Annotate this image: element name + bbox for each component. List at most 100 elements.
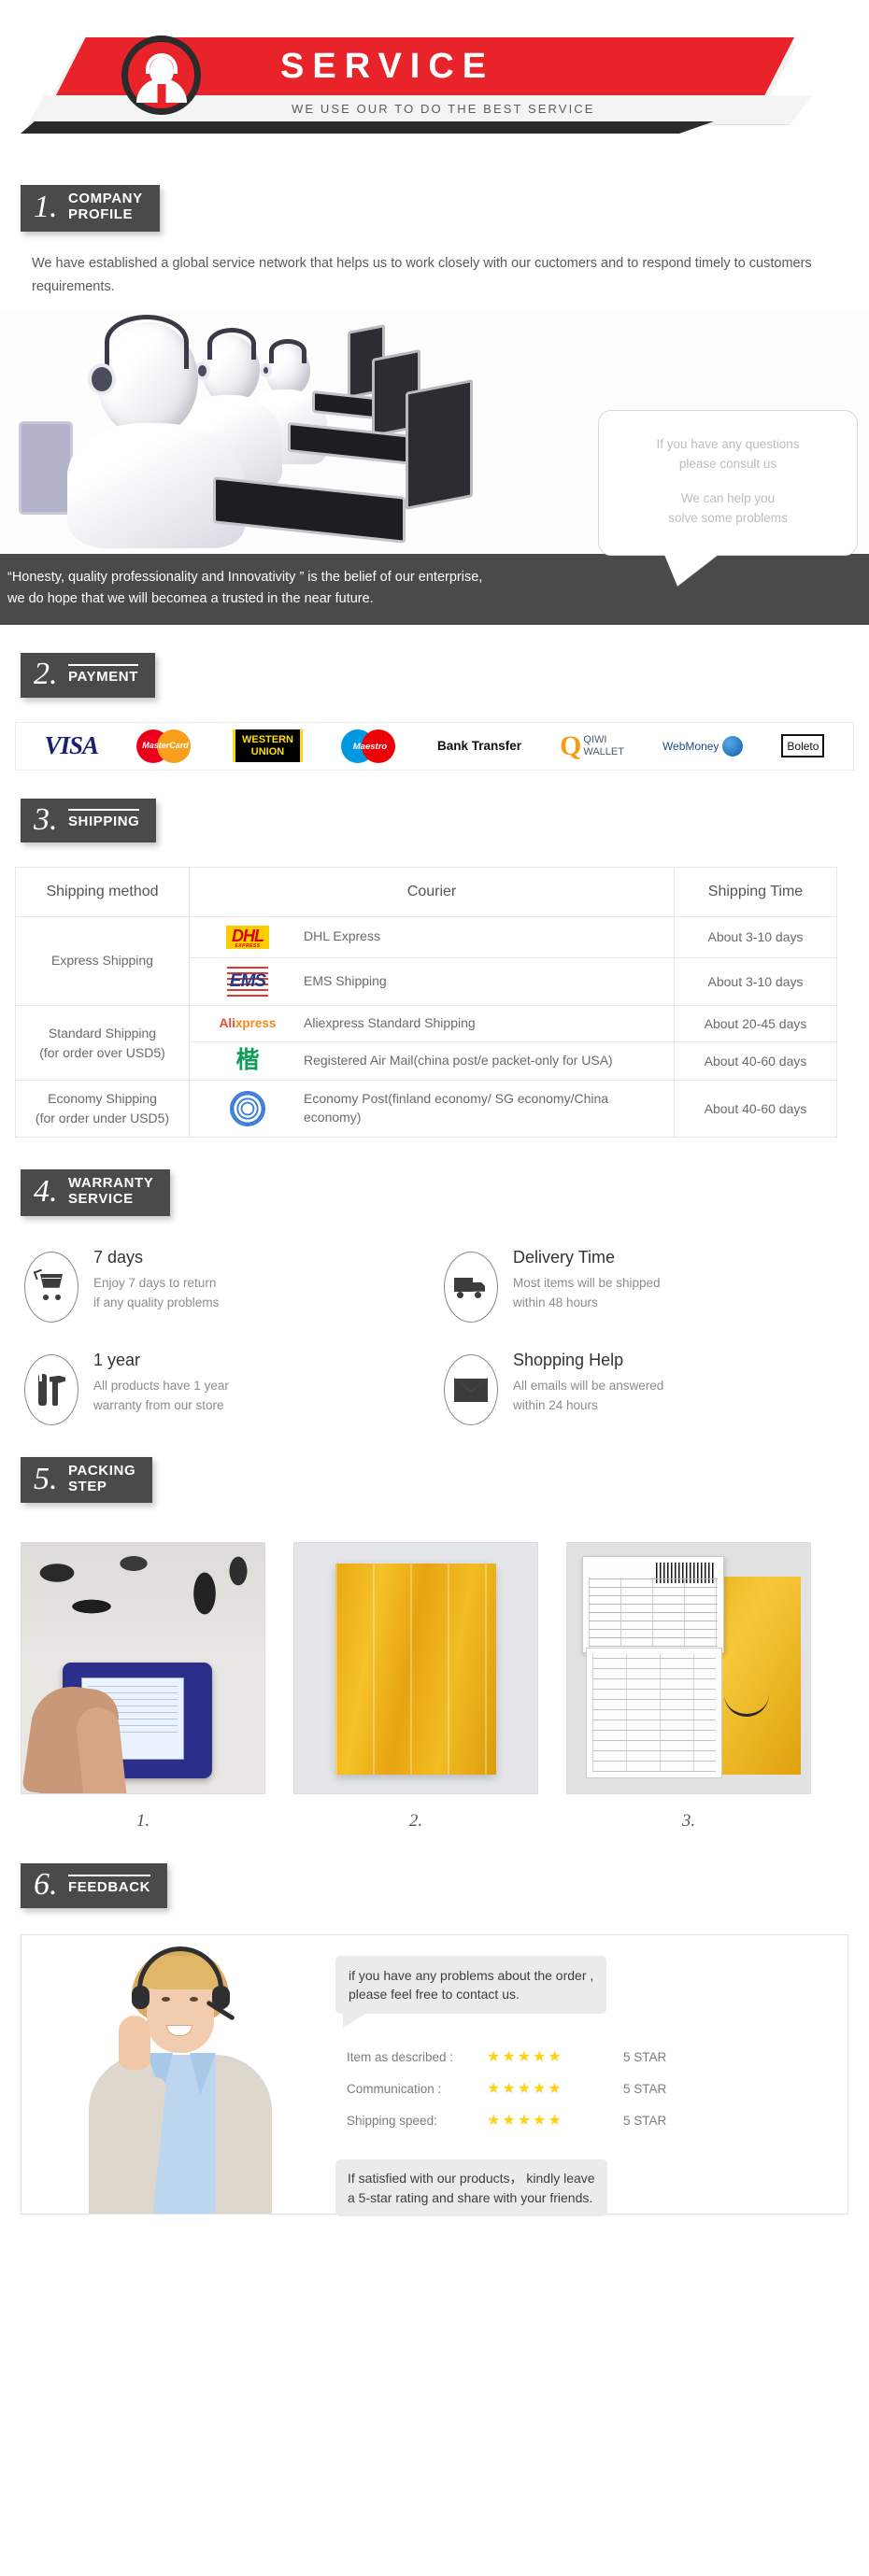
- rating-value: 5 STAR: [623, 2113, 667, 2128]
- bubble-line4: solve some problems: [668, 511, 788, 526]
- feedback-bubble-line1: if you have any problems about the order…: [349, 1967, 594, 1983]
- warranty-desc-line2: within 24 hours: [513, 1398, 598, 1413]
- section-number: 1.: [34, 190, 58, 225]
- section-tag-packing: 5. PACKING STEP: [21, 1456, 153, 1504]
- header-shipping-method: Shipping method: [15, 866, 190, 917]
- delivery-truck-icon: [454, 1276, 488, 1298]
- bubble-line1: If you have any questions: [656, 437, 800, 452]
- mastercard-logo: MasterCard: [136, 729, 194, 763]
- warranty-item-1year: 1 year All products have 1 year warranty…: [24, 1351, 421, 1425]
- tag-rule: [67, 1874, 151, 1876]
- speech-bubble: If you have any questions please consult…: [598, 410, 858, 557]
- warranty-title: 7 days: [93, 1247, 144, 1267]
- bubble-gap: [618, 474, 838, 489]
- waybill-document: [582, 1556, 724, 1654]
- warranty-desc-line2: within 48 hours: [513, 1295, 598, 1310]
- section-label-line2: PROFILE: [67, 205, 134, 222]
- feedback-bubble-line2: please feel free to contact us.: [349, 1986, 520, 2002]
- company-description: We have established a global service net…: [32, 255, 812, 294]
- boleto-label: Boleto: [787, 740, 819, 754]
- labelled-parcel-photo: [566, 1542, 811, 1795]
- courier-name: Registered Air Mail(china post/e packet-…: [304, 1053, 613, 1068]
- cell-time: About 3-10 days: [674, 915, 837, 958]
- ali-logo-sub: xpress: [235, 1016, 277, 1031]
- section-label-text: FEEDBACK: [67, 1878, 151, 1895]
- warranty-title: 1 year: [93, 1350, 141, 1369]
- agent-tie-shape: [157, 84, 165, 103]
- warranty-desc-line1: All products have 1 year: [93, 1378, 229, 1393]
- section-label: SHIPPING: [67, 808, 140, 830]
- tag-rule: [67, 663, 139, 666]
- aliexpress-logo: Alixpress: [205, 1016, 291, 1030]
- warranty-desc-line2: warranty from our store: [93, 1398, 224, 1413]
- cell-time: About 20-45 days: [674, 1004, 837, 1042]
- webmoney-logo: WebMoney: [662, 735, 744, 757]
- courier-name: Economy Post(finland economy/ SG economy…: [304, 1091, 609, 1125]
- bubble-line3: We can help you: [680, 491, 776, 506]
- rating-stars-icon: ★★★★★: [487, 2049, 563, 2066]
- webmoney-globe-icon: [722, 735, 744, 757]
- packing-step-caption: 1.: [135, 1811, 150, 1832]
- cables-area: [21, 1543, 264, 1652]
- feedback-content: if you have any problems about the order…: [330, 1935, 848, 2216]
- china-post-glyph: 楷: [235, 1047, 260, 1073]
- cell-method-standard: Standard Shipping (for order over USD5): [15, 1004, 190, 1082]
- shipping-form-document: [586, 1648, 722, 1779]
- maestro-label: Maestro: [352, 741, 388, 752]
- tag-rule: [67, 808, 140, 811]
- packing-step-2: 2.: [293, 1542, 538, 1832]
- un-globe-logo: [205, 1091, 291, 1127]
- western-union-logo: WESTERN UNION: [233, 729, 303, 762]
- envelope-icon: [454, 1377, 488, 1402]
- method-sub: (for order over USD5): [39, 1044, 165, 1060]
- section-label-line1: COMPANY: [67, 191, 143, 206]
- service-infographic-page: SERVICE WE USE OUR TO DO THE BEST SERVIC…: [0, 17, 869, 2216]
- dhl-logo: DHL EXPRESS: [205, 925, 291, 949]
- cell-time: About 3-10 days: [674, 956, 837, 1006]
- china-post-logo: 楷: [205, 1047, 291, 1073]
- call-center-illustration: If you have any questions please consult…: [0, 309, 869, 557]
- agent-eye-left: [162, 1996, 170, 2002]
- agent-eye-right: [190, 1996, 198, 2002]
- hero-title: SERVICE: [280, 47, 495, 86]
- cell-courier-aliexpress: Alixpress Aliexpress Standard Shipping: [189, 1004, 675, 1042]
- table-row: Economy Shipping (for order under USD5) …: [15, 1080, 837, 1139]
- call-center-agent-photo: [21, 1934, 330, 2214]
- cell-courier-dhl: DHL EXPRESS DHL Express: [189, 915, 675, 958]
- packing-step-1: 1.: [21, 1542, 265, 1832]
- warranty-title: Delivery Time: [513, 1247, 616, 1267]
- cell-method-economy: Economy Shipping (for order under USD5): [15, 1080, 190, 1139]
- warranty-item-7days: 7 days Enjoy 7 days to return if any qua…: [24, 1248, 421, 1323]
- section-label-line1: WARRANTY: [67, 1175, 154, 1192]
- laptop-screen: [406, 379, 473, 511]
- icon-frame: [444, 1251, 498, 1323]
- quote-line1: “Honesty, quality professionality and In…: [7, 570, 483, 586]
- table-header-row: Shipping method Courier Shipping Time: [15, 866, 837, 917]
- section-label: WARRANTY SERVICE: [67, 1175, 154, 1208]
- rating-row-item-as-described: Item as described : ★★★★★ 5 STAR: [347, 2047, 829, 2066]
- cell-courier-chinapost: 楷 Registered Air Mail(china post/e packe…: [189, 1040, 675, 1082]
- warranty-desc-line1: All emails will be answered: [513, 1378, 664, 1393]
- method-sub: (for order under USD5): [35, 1111, 170, 1126]
- monitor-icon: [19, 421, 73, 516]
- section-number: 3.: [34, 801, 58, 837]
- feedback-bubble: if you have any problems about the order…: [335, 1955, 607, 2028]
- agents-group: [15, 309, 520, 549]
- boleto-logo: Boleto: [781, 734, 825, 758]
- wu-line1: WESTERN: [242, 734, 293, 746]
- courier-name: EMS Shipping: [304, 972, 387, 988]
- section-tag-shipping: 3. SHIPPING: [21, 798, 157, 842]
- company-quote-band: “Honesty, quality professionality and In…: [0, 554, 869, 626]
- icon-frame: [24, 1251, 78, 1323]
- section-number: 2.: [34, 657, 58, 692]
- warranty-title: Shopping Help: [513, 1350, 624, 1369]
- courier-name: DHL Express: [304, 928, 380, 944]
- rating-row-shipping-speed: Shipping speed: ★★★★★ 5 STAR: [347, 2111, 829, 2130]
- section-label: FEEDBACK: [67, 1874, 151, 1896]
- warranty-grid: 7 days Enjoy 7 days to return if any qua…: [24, 1248, 841, 1425]
- rating-row-communication: Communication : ★★★★★ 5 STAR: [347, 2079, 829, 2098]
- cell-time: About 40-60 days: [674, 1040, 837, 1082]
- yellow-envelope-photo: [293, 1542, 538, 1795]
- section-number: 5.: [34, 1461, 58, 1496]
- section-packing: 5. PACKING STEP: [0, 1425, 869, 1504]
